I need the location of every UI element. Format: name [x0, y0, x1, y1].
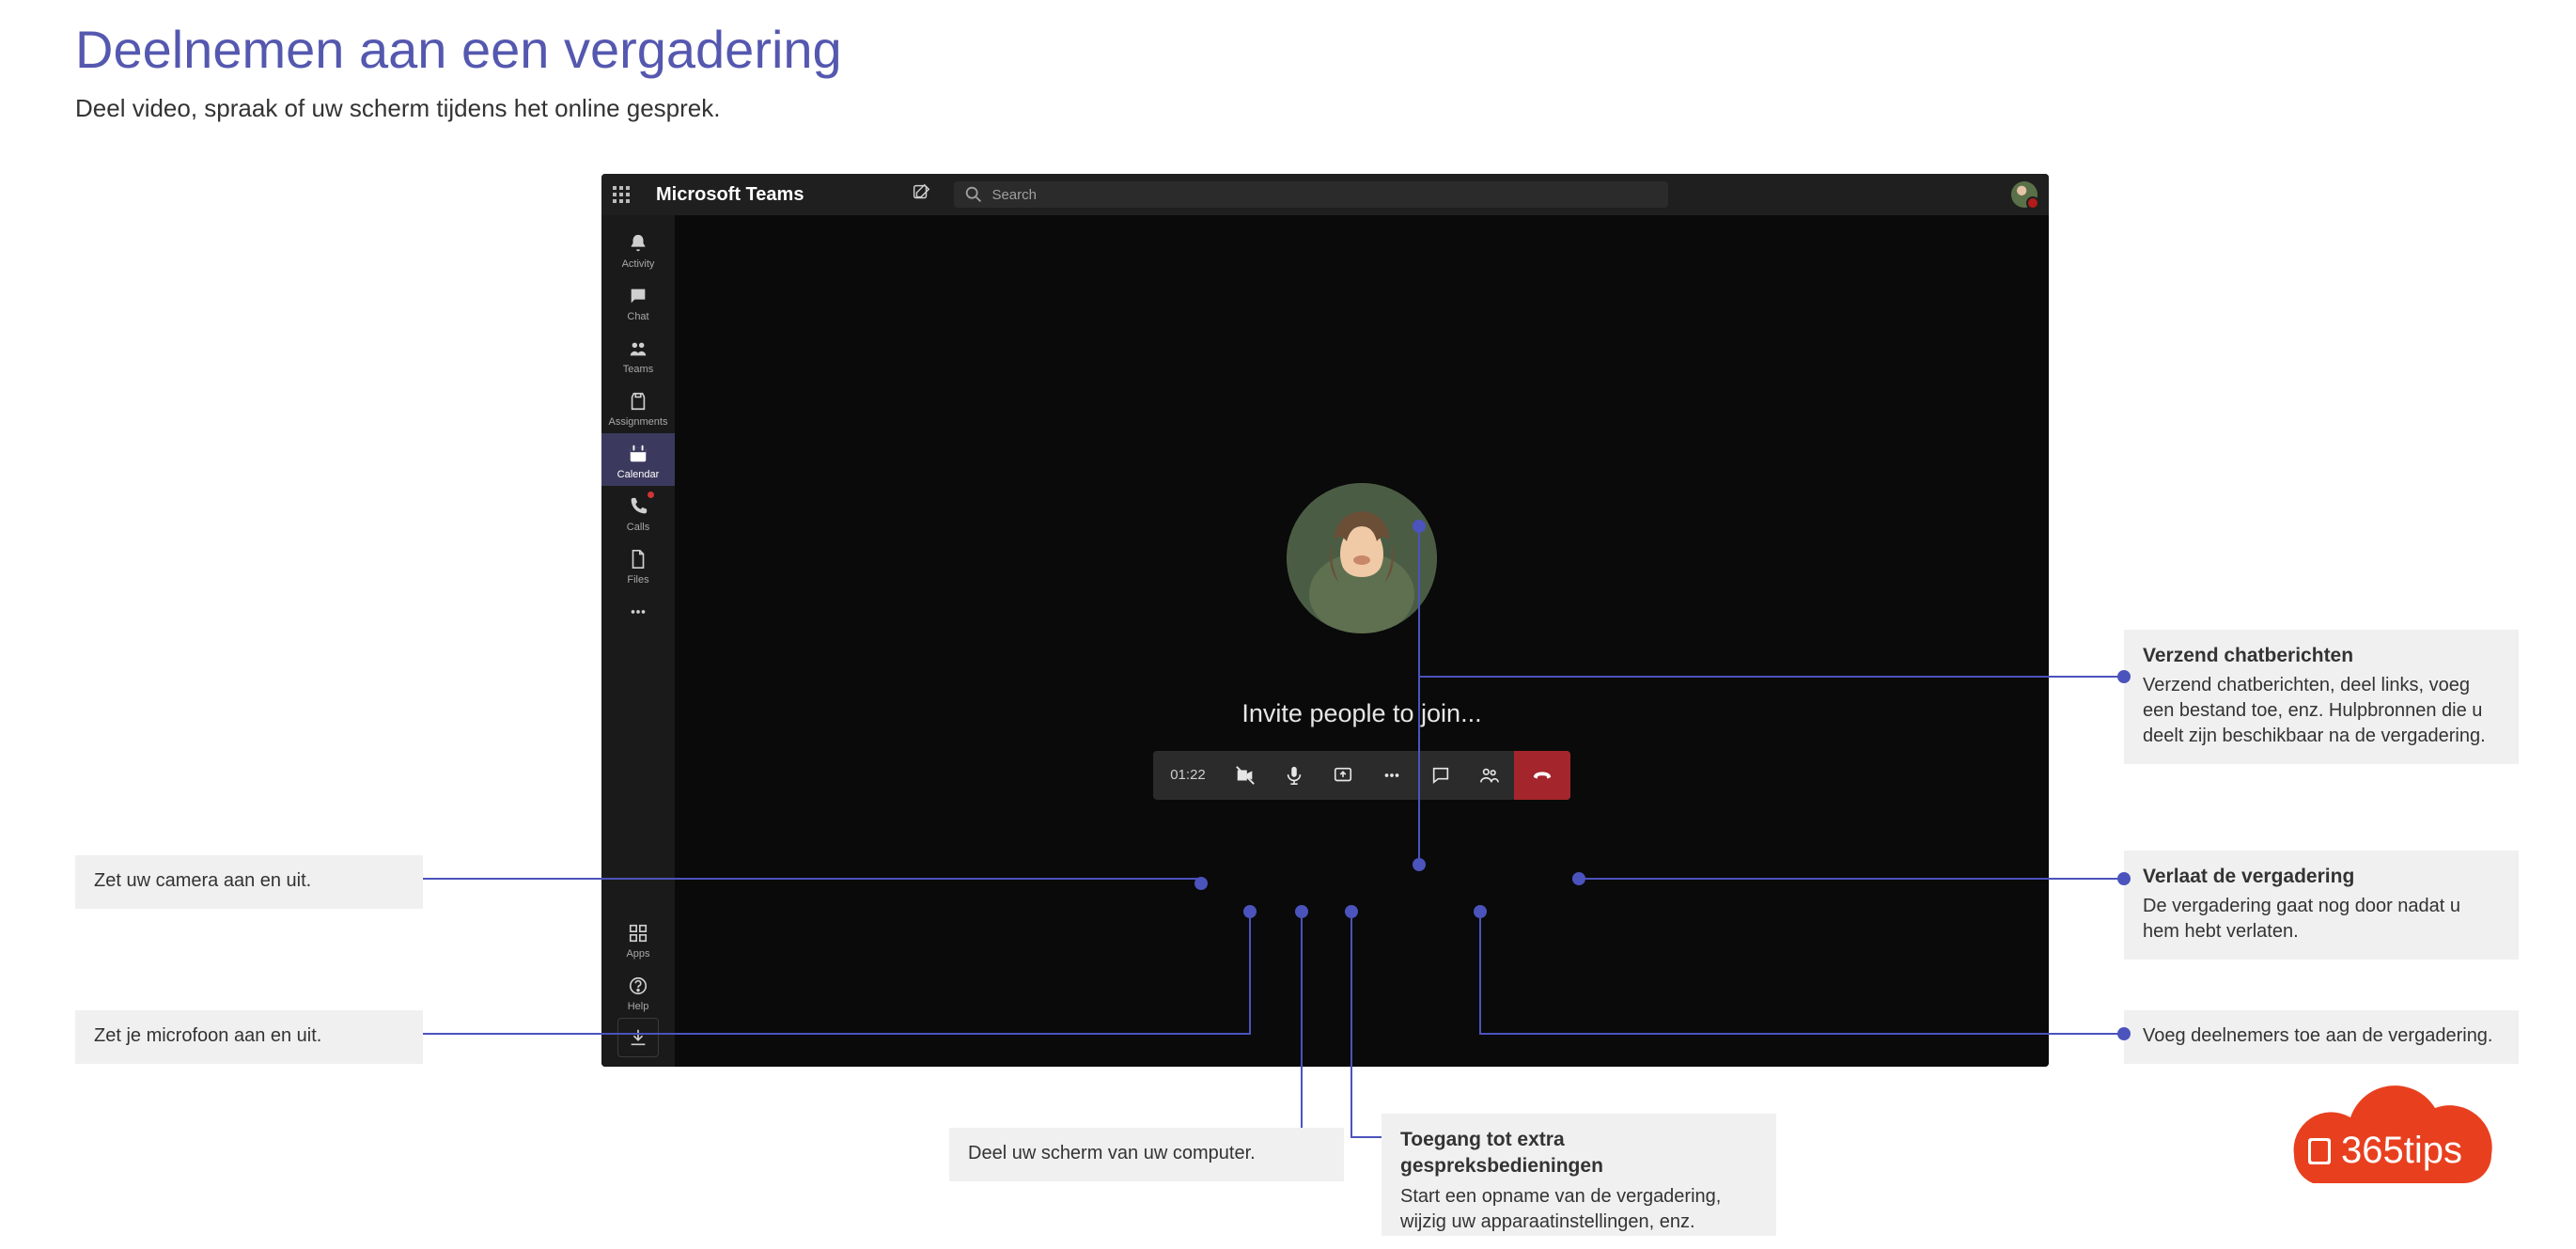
sidebar-item-calls[interactable]: Calls	[601, 486, 675, 539]
sidebar-item-chat[interactable]: Chat	[601, 275, 675, 328]
meeting-timer: 01:22	[1153, 767, 1221, 783]
sidebar-item-more[interactable]	[601, 591, 675, 629]
people-icon	[1479, 765, 1500, 786]
app-name: Microsoft Teams	[656, 184, 804, 206]
phone-icon	[627, 495, 649, 518]
search-placeholder: Search	[991, 187, 1037, 203]
meeting-toolbar: 01:22	[1153, 751, 1570, 800]
sidebar-item-files[interactable]: Files	[601, 539, 675, 591]
download-icon	[627, 1026, 649, 1049]
participant-avatar	[1287, 483, 1437, 633]
sidebar-item-calendar[interactable]: Calendar	[601, 433, 675, 486]
camera-button[interactable]	[1221, 751, 1270, 800]
callout-leave: Verlaat de vergadering De vergadering ga…	[2124, 851, 2519, 960]
teams-window: Microsoft Teams Search Activity	[601, 174, 2049, 1067]
microphone-button[interactable]	[1270, 751, 1319, 800]
sidebar-item-assignments[interactable]: Assignments	[601, 381, 675, 433]
share-screen-button[interactable]	[1319, 751, 1367, 800]
show-participants-button[interactable]	[1465, 751, 1514, 800]
apps-icon	[627, 922, 649, 945]
bell-icon	[627, 232, 649, 255]
show-chat-button[interactable]	[1416, 751, 1465, 800]
files-icon	[627, 548, 649, 570]
page-title: Deelnemen aan een vergadering	[75, 19, 842, 80]
teams-icon	[627, 337, 649, 360]
callout-more-actions: Toegang tot extra gespreksbedieningen St…	[1382, 1114, 1776, 1236]
camera-off-icon	[1235, 765, 1256, 786]
waffle-icon[interactable]	[613, 186, 630, 203]
search-input[interactable]: Search	[954, 181, 1668, 208]
callout-participants: Voeg deelnemers toe aan de vergadering.	[2124, 1010, 2519, 1064]
sidebar-item-apps[interactable]: Apps	[601, 913, 675, 965]
callout-share: Deel uw scherm van uw computer.	[949, 1128, 1344, 1181]
sidebar-item-help[interactable]: Help	[601, 965, 675, 1018]
compose-icon[interactable]	[911, 182, 931, 208]
sidebar-item-teams[interactable]: Teams	[601, 328, 675, 381]
hang-up-button[interactable]	[1514, 751, 1570, 800]
assignments-icon	[627, 390, 649, 413]
help-icon	[627, 975, 649, 997]
svg-text:365tips: 365tips	[2341, 1130, 2462, 1171]
share-screen-icon	[1333, 765, 1353, 786]
callout-microphone: Zet je microfoon aan en uit.	[75, 1010, 423, 1064]
callout-chat: Verzend chatberichten Verzend chatberich…	[2124, 630, 2519, 764]
sidebar-item-activity[interactable]: Activity	[601, 223, 675, 275]
callout-camera: Zet uw camera aan en uit.	[75, 855, 423, 909]
meeting-stage: Invite people to join... 01:22	[675, 215, 2049, 1067]
microphone-icon	[1284, 765, 1304, 786]
page-subtitle: Deel video, spraak of uw scherm tijdens …	[75, 94, 720, 123]
hang-up-icon	[1532, 765, 1553, 786]
search-icon	[963, 184, 984, 205]
more-actions-button[interactable]	[1367, 751, 1416, 800]
teams-sidebar: Activity Chat Teams Assignments	[601, 215, 675, 1067]
user-avatar[interactable]	[2011, 181, 2037, 208]
ellipsis-icon	[1382, 765, 1402, 786]
calendar-icon	[627, 443, 649, 465]
sidebar-item-download[interactable]	[617, 1018, 659, 1057]
logo-365tips: 365tips	[2256, 1061, 2501, 1211]
notification-badge	[648, 492, 654, 498]
teams-titlebar: Microsoft Teams Search	[601, 174, 2049, 215]
invite-text: Invite people to join...	[1241, 699, 1481, 728]
chat-icon	[627, 285, 649, 307]
ellipsis-icon	[627, 601, 649, 623]
chat-bubble-icon	[1430, 765, 1451, 786]
